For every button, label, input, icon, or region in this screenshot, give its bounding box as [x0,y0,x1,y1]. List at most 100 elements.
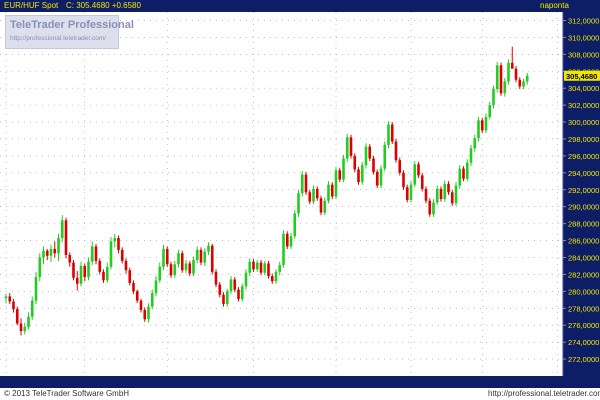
candle-up [274,271,278,282]
y-tick-label: 302,0000 [568,101,599,110]
candle-down [357,169,360,183]
candle-down [394,141,398,161]
y-tick-label: 282,0000 [568,270,599,279]
candle-up [364,146,368,166]
candle-down [83,265,87,277]
candle-up [454,185,458,204]
y-tick-label: 294,0000 [568,169,599,178]
candle-down [267,263,270,277]
candle-down [510,62,514,69]
candle-down [390,124,394,142]
y-tick-label: 284,0000 [568,253,599,262]
teletrader-logo: TeleTrader Professional http://professio… [5,15,134,49]
candle-up [158,266,162,281]
candle-up [289,236,293,247]
candle-down [15,309,19,324]
footer: © 2013 TeleTrader Software GmbH http://p… [0,388,600,400]
candle-up [297,193,300,214]
candle-down [120,249,124,261]
candle-down [143,309,147,320]
candle-down [372,158,375,172]
candle-down [53,249,57,254]
candle-up [488,105,492,117]
candle-down [124,260,128,271]
candle-up [225,291,229,305]
logo-name: TeleTrader Professional [10,19,134,31]
y-tick-label: 292,0000 [568,186,599,195]
candle-down [210,245,214,272]
candle-up [477,120,480,139]
candle-up [379,168,383,186]
y-tick-label: 272,0000 [568,355,599,364]
candle-up [154,280,158,294]
candle-up [177,253,180,265]
candle-down [199,249,203,263]
candle-up [255,262,259,270]
y-tick-label: 290,0000 [568,203,599,212]
candle-up [409,184,413,200]
candle-down [12,301,15,310]
candle-up [263,263,267,273]
candle-up [4,296,8,299]
x-axis-bar [0,376,600,388]
candle-up [473,138,477,149]
candle-down [338,170,342,180]
candle-up [469,148,473,163]
candle-up [383,144,387,169]
candle-up [240,286,244,299]
candlestick-chart: 272,0000 274,0000 276,0000 278,0000 280,0000… [0,12,600,386]
candle-up [435,188,439,203]
candle-down [117,238,120,250]
candle-up [87,261,90,277]
candle-up [113,238,117,242]
y-tick-label: 300,0000 [568,118,599,127]
y-tick-label: 312,0000 [568,16,599,25]
candle-down [169,264,173,276]
candle-up [105,266,109,281]
candle-up [525,75,529,82]
candle-up [278,265,282,272]
candle-up [413,164,417,185]
candle-up [360,165,364,183]
candle-down [128,270,132,283]
candle-down [252,261,255,270]
candle-down [462,168,465,179]
candle-down [308,192,312,202]
candle-up [458,168,462,186]
candle-up [49,249,53,256]
candle-down [368,146,372,159]
candle-down [188,263,192,274]
y-tick-label: 296,0000 [568,152,599,161]
candle-down [304,174,308,193]
candle-up [503,81,507,94]
candle-up [79,265,83,284]
candle-down [45,250,49,256]
candle-down [259,262,263,273]
candle-up [495,65,499,90]
candle-down [417,164,420,176]
candle-up [300,174,304,194]
candle-up [312,188,315,202]
candle-up [443,183,447,200]
y-tick-label: 304,0000 [568,84,599,93]
candle-down [315,188,319,199]
candle-up [173,264,177,276]
y-tick-label: 308,0000 [568,50,599,59]
candle-down [375,171,379,186]
y-tick-label: 298,0000 [568,135,599,144]
candle-down [94,246,98,261]
footer-url[interactable]: http://professional.teletrader.com/ [488,389,600,398]
candle-up [150,293,154,307]
candle-down [139,300,143,310]
candle-down [165,249,169,265]
chart-window: EUR/HUF Spot C: 305.4680 +0.6580 naponta… [0,0,600,400]
candle-up [90,246,94,262]
candle-down [8,296,12,302]
candle-down [514,68,518,80]
candle-down [353,155,357,170]
candle-up [38,257,42,277]
candle-up [293,213,297,237]
candle-down [135,291,139,301]
candle-up [195,249,199,261]
candle-up [207,245,210,252]
